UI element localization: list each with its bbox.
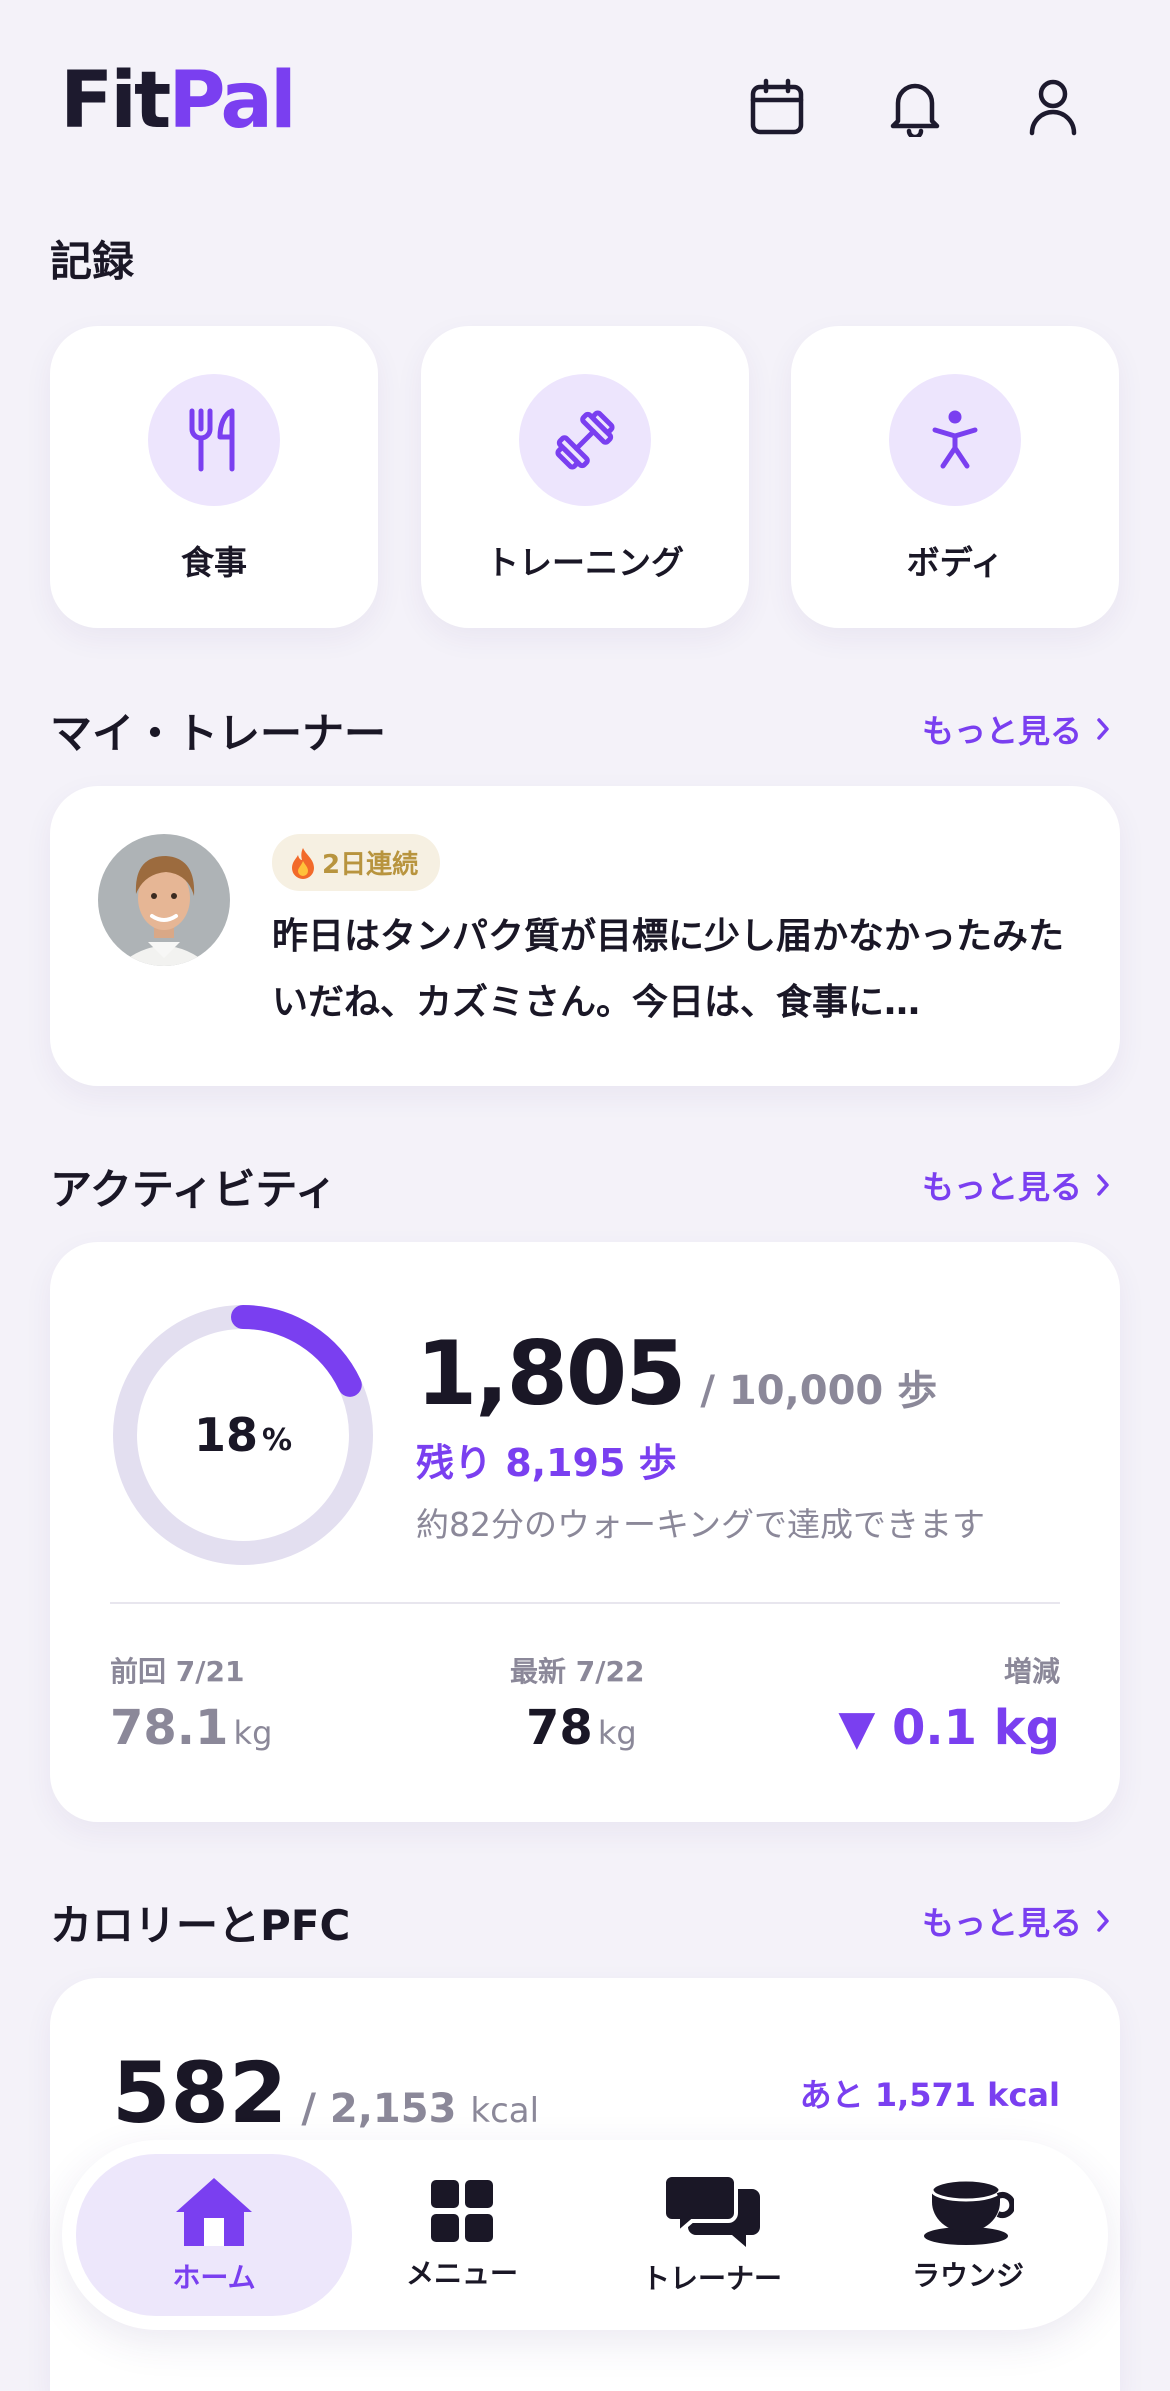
record-tile-training[interactable]: トレーニング [421, 326, 749, 628]
record-section-title: 記録 [50, 237, 135, 286]
chevron-right-icon [1097, 1174, 1109, 1196]
weight-unit: kg [233, 1714, 273, 1752]
nav-label: メニュー [405, 2257, 518, 2290]
record-tile-label: 食事 [181, 543, 247, 582]
calories-more-link[interactable]: もっと見る [922, 1898, 1110, 1944]
divider [110, 1602, 1060, 1604]
calories-section-title: カロリーとPFC [50, 1901, 351, 1950]
body-icon [889, 374, 1021, 506]
bell-icon[interactable] [880, 72, 950, 142]
latest-weight-label: 最新 7/22 [510, 1655, 645, 1688]
record-tile-body[interactable]: ボディ [791, 326, 1119, 628]
weight-change-value: ▼ 0.1 kg [838, 1700, 1060, 1756]
record-tile-label: ボディ [906, 543, 1004, 582]
steps-count: 1,805 [416, 1322, 686, 1425]
nav-lounge[interactable]: ラウンジ [848, 2140, 1088, 2330]
trainer-card[interactable]: 2日連続 昨日はタンパク質が目標に少し届かなかったみたいだね、カズミさん。今日は… [50, 786, 1120, 1086]
steps-percent-value: 18 [193, 1408, 258, 1462]
previous-weight-value: 78.1 [110, 1700, 229, 1756]
latest-weight-value: 78 [526, 1700, 593, 1756]
streak-badge: 2日連続 [272, 834, 441, 891]
chevron-right-icon [1097, 1910, 1109, 1932]
calories-value: 582 [112, 2044, 288, 2142]
home-icon [176, 2178, 252, 2246]
fork-knife-icon [148, 374, 280, 506]
chat-icon [662, 2173, 760, 2247]
user-profile-icon[interactable] [1018, 72, 1088, 142]
dumbbell-icon [519, 374, 651, 506]
logo-text-pal: Pal [168, 56, 296, 146]
weight-unit: kg [597, 1714, 637, 1752]
calories-goal-unit: kcal [470, 2091, 540, 2131]
app-logo: FitPal [60, 62, 297, 140]
more-link-label: もっと見る [921, 1168, 1082, 1206]
grid-icon [431, 2180, 493, 2242]
activity-card[interactable]: 18% 1,805 / 10,000 歩 残り 8,195 歩 約82分のウォー… [50, 1242, 1120, 1822]
nav-trainer[interactable]: トレーナー [592, 2140, 832, 2330]
steps-percent: 18% [110, 1302, 376, 1568]
trainer-message: 昨日はタンパク質が目標に少し届かなかったみたいだね、カズミさん。今日は、食事に… [272, 916, 1065, 1023]
flame-icon [292, 847, 314, 879]
streak-label: 2日連続 [322, 850, 419, 880]
steps-goal: / 10,000 歩 [700, 1368, 938, 1414]
nav-home[interactable]: ホーム [76, 2154, 352, 2316]
steps-remaining: 残り 8,195 歩 [416, 1441, 677, 1485]
calories-remaining: あと 1,571 kcal [799, 2076, 1060, 2114]
bottom-nav: ホーム メニュー トレーナー ラウンジ [62, 2140, 1108, 2330]
calories-summary: 582 / 2,153 kcal [112, 2044, 539, 2142]
calories-goal: / 2,153 [301, 2086, 457, 2132]
latest-weight: 78 kg [526, 1700, 637, 1756]
trainer-more-link[interactable]: もっと見る [922, 706, 1110, 752]
record-tile-meal[interactable]: 食事 [50, 326, 378, 628]
trainer-section-title: マイ・トレーナー [50, 709, 387, 758]
logo-text-fit: Fit [60, 56, 171, 146]
weight-change-label: 増減 [1003, 1655, 1060, 1688]
coffee-cup-icon [924, 2178, 1014, 2245]
activity-section-title: アクティビティ [50, 1165, 337, 1214]
trainer-avatar [98, 834, 230, 966]
more-link-label: もっと見る [921, 712, 1082, 750]
previous-weight: 78.1 kg [110, 1700, 272, 1756]
previous-weight-label: 前回 7/21 [110, 1655, 245, 1688]
nav-menu[interactable]: メニュー [352, 2140, 572, 2330]
steps-percent-unit: % [261, 1422, 293, 1458]
nav-label: ラウンジ [911, 2259, 1024, 2292]
steps-hint: 約82分のウォーキングで達成できます [416, 1505, 986, 1544]
calendar-icon[interactable] [742, 72, 812, 142]
record-tile-label: トレーニング [486, 543, 684, 582]
chevron-right-icon [1097, 718, 1109, 740]
steps-summary: 1,805 / 10,000 歩 [416, 1322, 937, 1425]
activity-more-link[interactable]: もっと見る [922, 1162, 1110, 1208]
nav-label: トレーナー [641, 2262, 782, 2295]
nav-label: ホーム [172, 2261, 256, 2294]
more-link-label: もっと見る [921, 1904, 1082, 1942]
